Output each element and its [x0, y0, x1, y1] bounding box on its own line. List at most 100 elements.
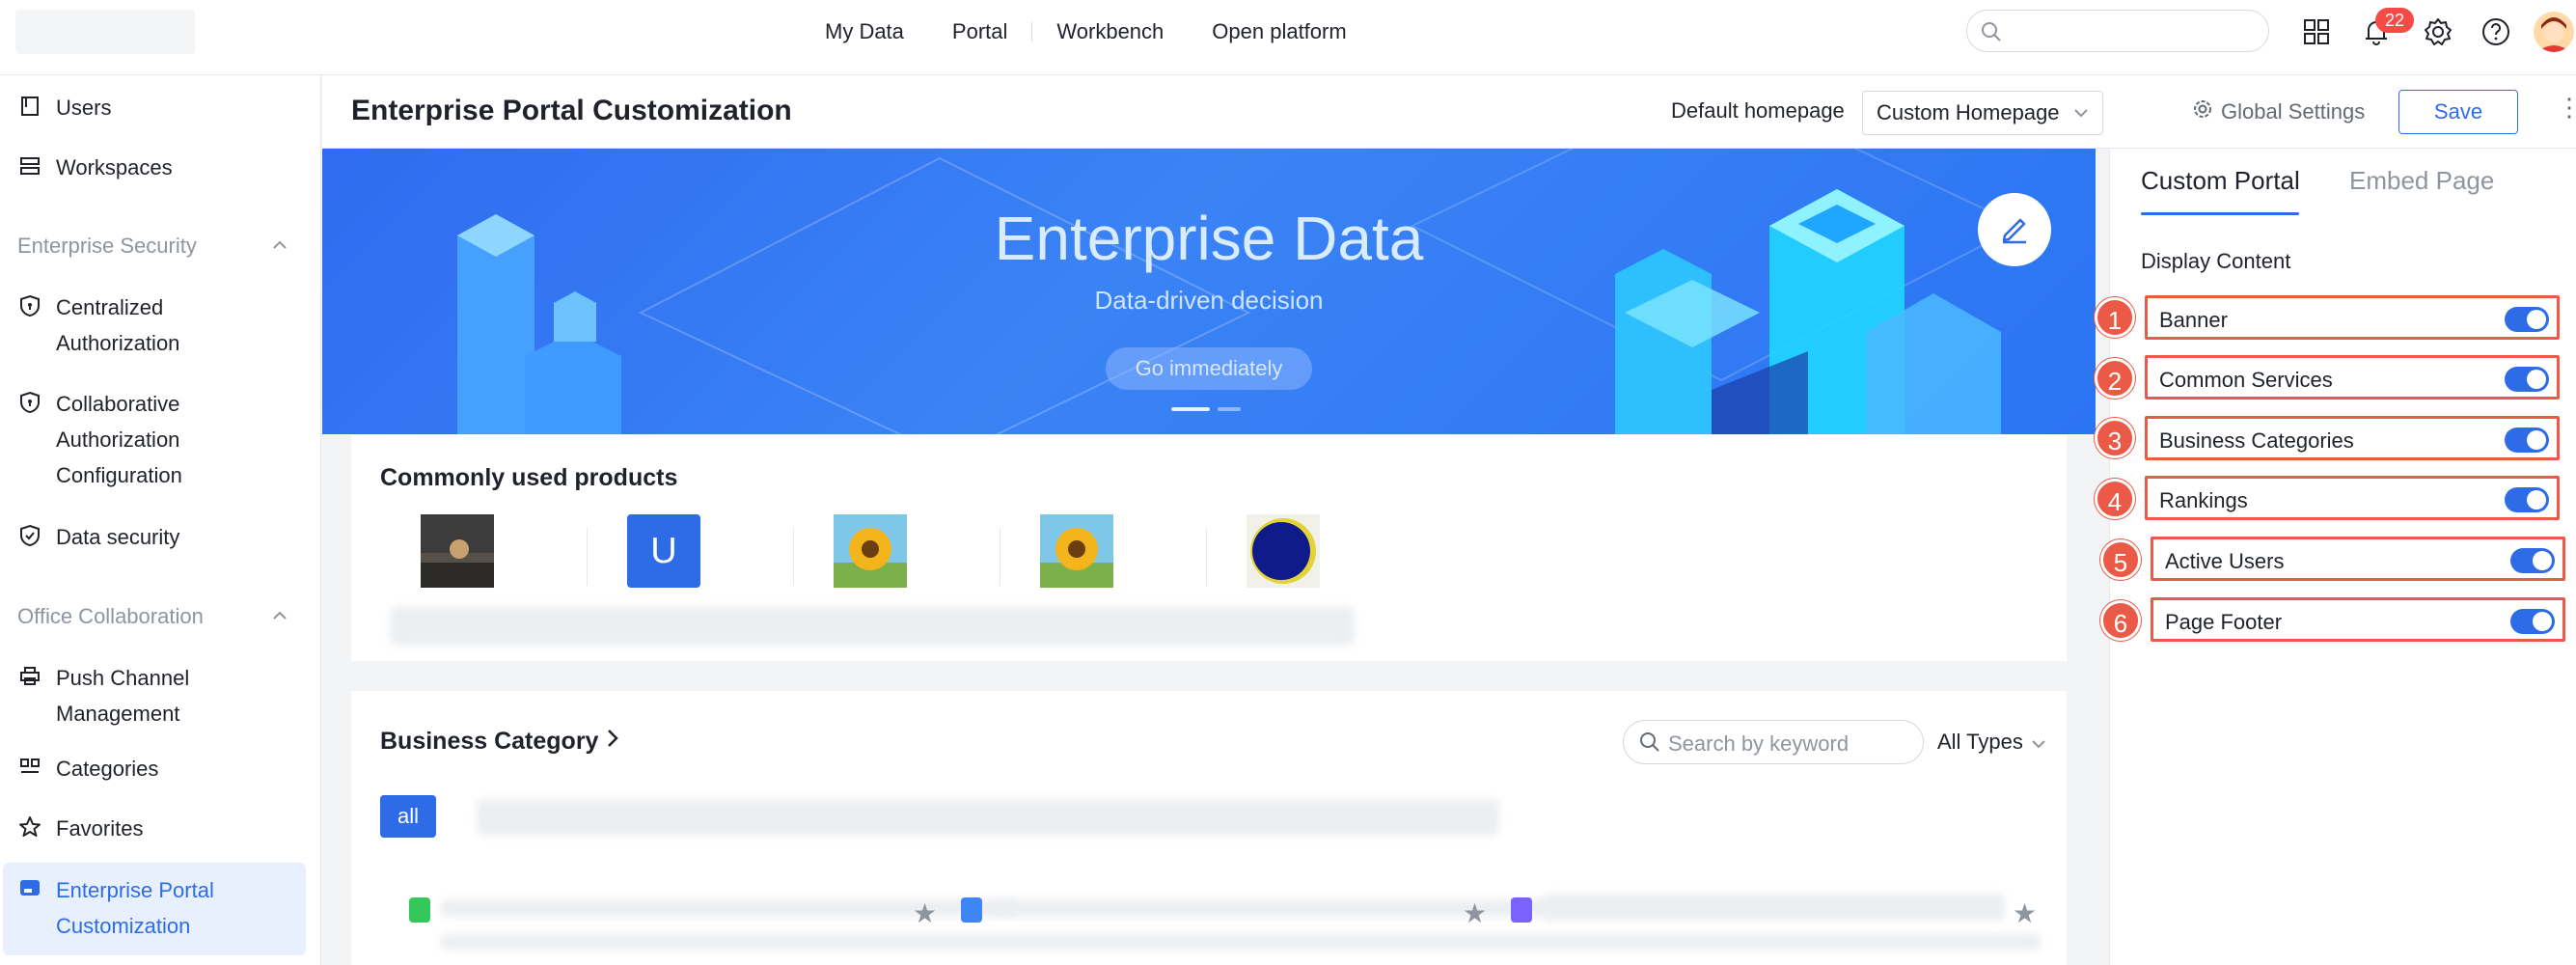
display-content-label: Display Content — [2141, 249, 2291, 273]
sidebar-item-workspaces[interactable]: Workspaces — [0, 150, 321, 185]
annotation-badge: 5 — [2100, 539, 2141, 580]
annotation-badge: 6 — [2100, 600, 2141, 641]
page-footer-toggle[interactable] — [2510, 609, 2555, 634]
nav-workbench[interactable]: Workbench — [1032, 19, 1188, 44]
sidebar-item-label: Workspaces — [56, 155, 173, 179]
product-tile-landscape[interactable] — [421, 514, 494, 588]
carousel-dot[interactable] — [1218, 407, 1241, 411]
category-search-input[interactable]: Search by keyword — [1623, 720, 1924, 764]
tab-embed-page[interactable]: Embed Page — [2349, 166, 2494, 196]
sidebar-item-users[interactable]: Users — [0, 90, 321, 125]
product-divider — [587, 528, 588, 586]
pen-icon — [1997, 210, 2032, 250]
common-services-toggle[interactable] — [2505, 367, 2549, 392]
sidebar-group-enterprise-security[interactable]: Enterprise Security — [17, 234, 288, 259]
annotation-badge: 1 — [2095, 297, 2135, 338]
option-label: Business Categories — [2159, 428, 2354, 453]
product-tile-sunflower[interactable] — [834, 514, 907, 588]
label-line: Centralized — [56, 295, 164, 319]
sidebar-item-label: Push Channel Management — [56, 660, 189, 731]
printer-icon — [17, 664, 42, 689]
gear-icon[interactable] — [2422, 15, 2454, 48]
business-categories-toggle[interactable] — [2505, 427, 2549, 453]
settings-icon — [2192, 98, 2213, 125]
go-immediately-button[interactable]: Go immediately — [1106, 347, 1312, 390]
option-label: Banner — [2159, 308, 2228, 332]
chevron-down-icon — [2073, 94, 2089, 147]
sidebar-item-collaborative-authorization[interactable]: Collaborative Authorization Configuration — [0, 386, 321, 493]
label-line: Authorization — [56, 331, 180, 355]
option-label: Common Services — [2159, 368, 2333, 392]
banner-toggle[interactable] — [2505, 307, 2549, 332]
sidebar-item-label: Collaborative Authorization Configuration — [56, 386, 182, 493]
group-label: Enterprise Security — [17, 234, 197, 258]
active-users-toggle[interactable] — [2510, 548, 2555, 573]
business-category-title: Business Category — [380, 728, 599, 755]
label-line: Management — [56, 702, 180, 726]
save-button[interactable]: Save — [2398, 90, 2518, 134]
banner[interactable]: Enterprise Data Data-driven decision Go … — [322, 149, 2096, 434]
sidebar-item-label: Enterprise Portal Customization — [56, 872, 214, 944]
portal-preview-canvas: Enterprise Data Data-driven decision Go … — [322, 149, 2107, 965]
common-products-card: Commonly used products U — [351, 435, 2067, 661]
sidebar-item-label: Categories — [56, 757, 159, 781]
sidebar-item-enterprise-portal[interactable]: Enterprise Portal Customization — [3, 863, 306, 955]
sidebar-item-data-security[interactable]: Data security — [0, 519, 321, 555]
chevron-up-icon — [272, 608, 288, 625]
avatar[interactable] — [2534, 12, 2574, 52]
doc-icon — [1511, 897, 1532, 923]
product-tile-sunflower[interactable] — [1040, 514, 1113, 588]
sidebar-item-label: Centralized Authorization — [56, 290, 179, 361]
chevron-up-icon — [272, 237, 288, 255]
option-business-categories: Business Categories — [2145, 416, 2560, 460]
global-settings-button[interactable]: Global Settings — [2192, 98, 2365, 125]
logo[interactable] — [15, 10, 195, 54]
nav-open-platform[interactable]: Open platform — [1188, 19, 1370, 44]
item-name-blurred — [1542, 894, 2005, 921]
shield-check-icon — [17, 523, 42, 548]
label-line: Enterprise Portal — [56, 878, 214, 902]
edit-banner-button[interactable] — [1978, 193, 2051, 266]
type-filter-value: All Types — [1937, 730, 2023, 754]
product-tile-eclipse[interactable] — [1247, 514, 1320, 588]
product-tile-u[interactable]: U — [627, 514, 700, 588]
shield-lock-icon — [17, 390, 42, 415]
sidebar-item-categories[interactable]: Categories — [0, 751, 321, 786]
select-value: Custom Homepage — [1877, 100, 2060, 124]
category-tab-all[interactable]: all — [380, 795, 436, 838]
more-vertical-icon[interactable]: ⋮ — [2557, 93, 2576, 123]
bookmark-icon — [17, 94, 42, 119]
default-homepage-label: Default homepage — [1671, 98, 1845, 123]
carousel-dot-active[interactable] — [1171, 407, 1210, 411]
star-outline-icon — [17, 814, 42, 840]
type-filter-select[interactable]: All Types — [1937, 730, 2046, 755]
category-tabs-blurred — [477, 799, 1499, 836]
help-icon[interactable] — [2480, 15, 2512, 48]
sidebar-item-centralized-authorization[interactable]: Centralized Authorization — [0, 290, 321, 361]
label-line: Push Channel — [56, 666, 190, 690]
notification-badge: 22 — [2375, 8, 2414, 33]
global-search-input[interactable] — [1966, 10, 2269, 52]
star-icon[interactable]: ★ — [913, 897, 937, 929]
sidebar-group-office-collaboration[interactable]: Office Collaboration — [17, 604, 288, 629]
sheet-icon — [409, 897, 430, 923]
global-settings-label: Global Settings — [2221, 99, 2366, 124]
nav-portal[interactable]: Portal — [928, 19, 1031, 44]
stack-icon — [17, 153, 42, 179]
top-nav: My Data Portal Workbench Open platform — [801, 0, 1371, 64]
business-category-header[interactable]: Business Category — [380, 728, 619, 756]
sidebar: Users Workspaces Enterprise Security Cen… — [0, 75, 321, 965]
sidebar-item-push-channel[interactable]: Push Channel Management — [0, 660, 321, 731]
categories-icon — [17, 755, 42, 780]
default-homepage-select[interactable]: Custom Homepage — [1862, 91, 2103, 135]
star-icon[interactable]: ★ — [2013, 897, 2037, 929]
star-icon[interactable]: ★ — [1463, 897, 1487, 929]
sidebar-item-favorites[interactable]: Favorites — [0, 811, 321, 846]
tab-custom-portal[interactable]: Custom Portal — [2141, 166, 2300, 196]
label-line: Collaborative — [56, 392, 180, 416]
search-icon — [1639, 731, 1660, 758]
common-products-title: Commonly used products — [380, 464, 678, 491]
rankings-toggle[interactable] — [2505, 487, 2549, 512]
nav-my-data[interactable]: My Data — [801, 19, 928, 44]
grid-icon[interactable] — [2300, 15, 2333, 48]
